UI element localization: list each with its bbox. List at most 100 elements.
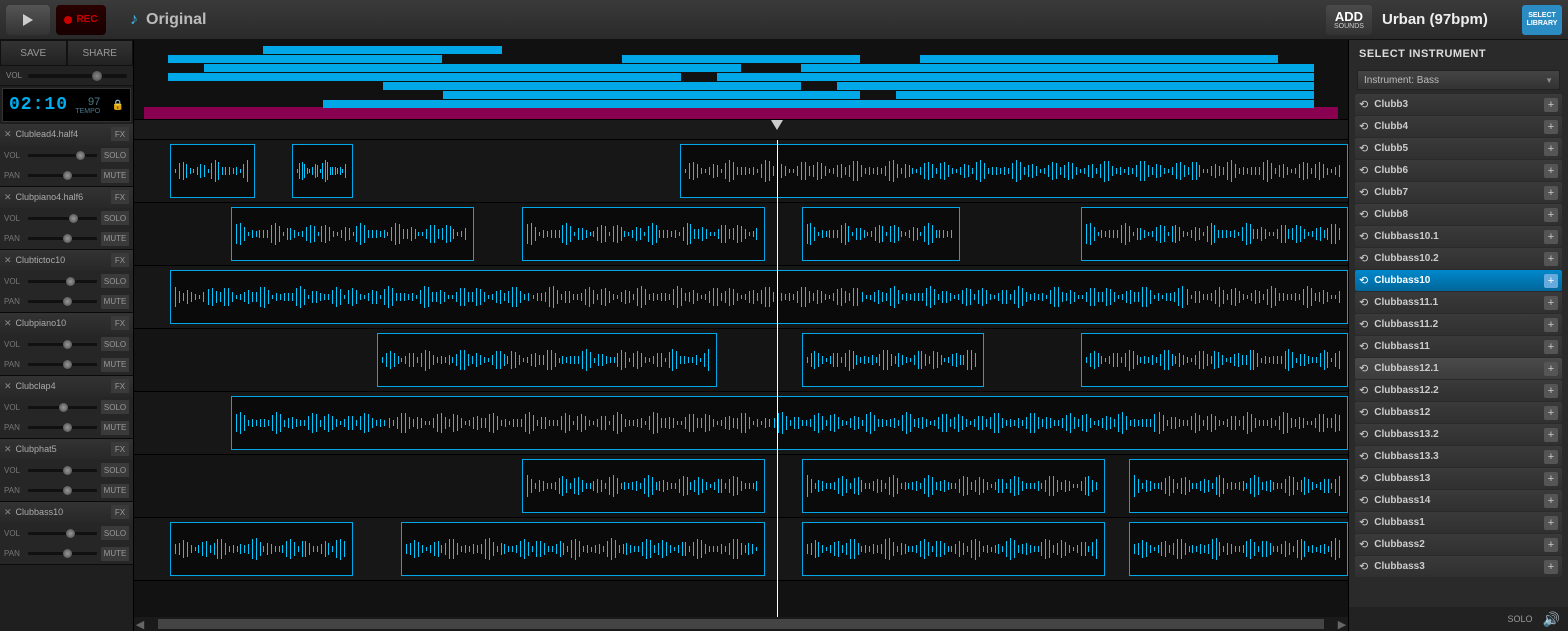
audio-clip[interactable] [231, 396, 1348, 450]
solo-button[interactable]: SOLO [101, 400, 129, 414]
slider-knob[interactable] [63, 360, 72, 369]
slider-knob[interactable] [63, 549, 72, 558]
audio-clip[interactable] [401, 522, 765, 576]
sound-item[interactable]: ⟲Clubbass14+ [1355, 490, 1562, 511]
sound-item[interactable]: ⟲Clubb4+ [1355, 116, 1562, 137]
audio-clip[interactable] [1129, 522, 1348, 576]
sound-item[interactable]: ⟲Clubbass12+ [1355, 402, 1562, 423]
scroll-thumb[interactable] [158, 619, 1324, 629]
add-sound-button[interactable]: + [1544, 142, 1558, 156]
mute-button[interactable]: MUTE [101, 295, 129, 309]
mute-button[interactable]: MUTE [101, 547, 129, 561]
add-sound-button[interactable]: + [1544, 186, 1558, 200]
fx-button[interactable]: FX [111, 442, 129, 456]
sound-item[interactable]: ⟲Clubbass3+ [1355, 556, 1562, 577]
sound-item[interactable]: ⟲Clubbass11.1+ [1355, 292, 1562, 313]
mute-button[interactable]: MUTE [101, 169, 129, 183]
add-sound-button[interactable]: + [1544, 450, 1558, 464]
pan-slider[interactable] [28, 552, 97, 555]
vol-slider[interactable] [28, 154, 97, 157]
slider-knob[interactable] [63, 171, 72, 180]
scroll-left-arrow[interactable]: ◀ [134, 618, 146, 631]
add-sound-button[interactable]: + [1544, 428, 1558, 442]
fx-button[interactable]: FX [111, 127, 129, 141]
select-library-button[interactable]: SELECT LIBRARY [1522, 5, 1562, 35]
overview-clip[interactable] [323, 100, 1314, 108]
sound-item[interactable]: ⟲Clubbass2+ [1355, 534, 1562, 555]
sound-item[interactable]: ⟲Clubbass13.2+ [1355, 424, 1562, 445]
slider-knob[interactable] [66, 529, 75, 538]
slider-knob[interactable] [63, 423, 72, 432]
pan-slider[interactable] [28, 426, 97, 429]
sound-list[interactable]: ⟲Clubb3+⟲Clubb4+⟲Clubb5+⟲Clubb6+⟲Clubb7+… [1349, 94, 1568, 607]
sound-item[interactable]: ⟲Clubbass12.1+ [1355, 358, 1562, 379]
sound-item[interactable]: ⟲Clubb8+ [1355, 204, 1562, 225]
add-sound-button[interactable]: + [1544, 340, 1558, 354]
tracks-area[interactable] [134, 140, 1348, 617]
overview-clip[interactable] [717, 73, 1314, 81]
track-remove-button[interactable]: ✕ [4, 507, 12, 518]
track-lane[interactable] [134, 455, 1348, 518]
audio-clip[interactable] [522, 207, 765, 261]
vol-slider[interactable] [28, 406, 97, 409]
overview-clip[interactable] [168, 73, 681, 81]
sound-item[interactable]: ⟲Clubbass12.2+ [1355, 380, 1562, 401]
slider-knob[interactable] [66, 277, 75, 286]
add-sound-button[interactable]: + [1544, 230, 1558, 244]
sound-item[interactable]: ⟲Clubbass10.2+ [1355, 248, 1562, 269]
add-sound-button[interactable]: + [1544, 208, 1558, 222]
overview-clip[interactable] [920, 55, 1278, 63]
add-sound-button[interactable]: + [1544, 296, 1558, 310]
add-sound-button[interactable]: + [1544, 120, 1558, 134]
slider-knob[interactable] [92, 71, 102, 81]
audio-clip[interactable] [802, 333, 984, 387]
sound-item[interactable]: ⟲Clubbass11.2+ [1355, 314, 1562, 335]
overview-clip[interactable] [383, 82, 801, 90]
fx-button[interactable]: FX [111, 505, 129, 519]
instrument-select[interactable]: Instrument: Bass ▼ [1357, 70, 1560, 90]
add-sound-button[interactable]: + [1544, 252, 1558, 266]
slider-knob[interactable] [63, 234, 72, 243]
overview-clip[interactable] [837, 82, 1315, 90]
slider-knob[interactable] [63, 486, 72, 495]
sound-item[interactable]: ⟲Clubbass13+ [1355, 468, 1562, 489]
audio-clip[interactable] [231, 207, 474, 261]
solo-button[interactable]: SOLO [101, 274, 129, 288]
solo-button[interactable]: SOLO [101, 148, 129, 162]
add-sound-button[interactable]: + [1544, 538, 1558, 552]
track-lane[interactable] [134, 518, 1348, 581]
add-sound-button[interactable]: + [1544, 362, 1558, 376]
sound-item[interactable]: ⟲Clubbass1+ [1355, 512, 1562, 533]
add-sound-button[interactable]: + [1544, 560, 1558, 574]
slider-knob[interactable] [76, 151, 85, 160]
fx-button[interactable]: FX [111, 253, 129, 267]
pan-slider[interactable] [28, 363, 97, 366]
audio-clip[interactable] [680, 144, 1348, 198]
mute-button[interactable]: MUTE [101, 421, 129, 435]
audio-clip[interactable] [170, 522, 352, 576]
track-lane[interactable] [134, 140, 1348, 203]
pan-slider[interactable] [28, 174, 97, 177]
vol-slider[interactable] [28, 532, 97, 535]
track-remove-button[interactable]: ✕ [4, 444, 12, 455]
add-sound-button[interactable]: + [1544, 98, 1558, 112]
add-sound-button[interactable]: + [1544, 274, 1558, 288]
audio-clip[interactable] [802, 207, 960, 261]
add-sound-button[interactable]: + [1544, 494, 1558, 508]
lock-icon[interactable]: 🔒 [112, 100, 124, 111]
add-sound-button[interactable]: + [1544, 406, 1558, 420]
vol-slider[interactable] [28, 469, 97, 472]
overview-clip[interactable] [801, 64, 1314, 72]
overview-clip[interactable] [263, 46, 502, 54]
overview-clip[interactable] [443, 91, 861, 99]
vol-slider[interactable] [28, 217, 97, 220]
sound-item[interactable]: ⟲Clubb6+ [1355, 160, 1562, 181]
track-remove-button[interactable]: ✕ [4, 381, 12, 392]
horizontal-scrollbar[interactable]: ◀ ▶ [134, 617, 1348, 631]
playhead-marker[interactable] [771, 120, 783, 132]
slider-knob[interactable] [69, 214, 78, 223]
add-sound-button[interactable]: + [1544, 164, 1558, 178]
sound-item[interactable]: ⟲Clubb5+ [1355, 138, 1562, 159]
save-button[interactable]: SAVE [0, 40, 67, 66]
overview-clip[interactable] [204, 64, 741, 72]
